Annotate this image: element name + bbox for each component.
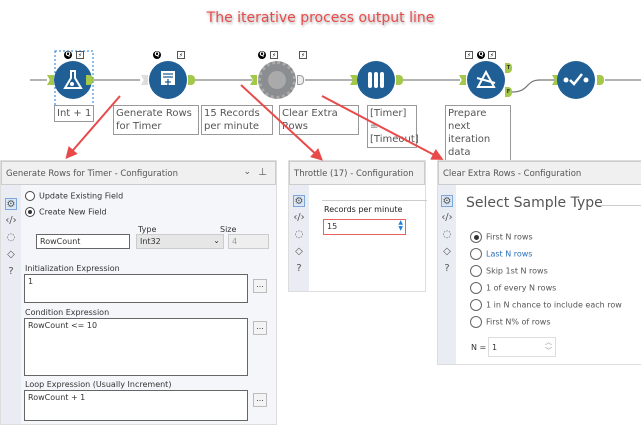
gear-icon[interactable]: ⚙ [441,195,453,207]
loop-label: Loop Expression (Usually Increment) [25,380,172,389]
radio-icon [470,316,482,328]
type-value: Int32 [140,237,161,246]
annotation-icon[interactable]: ◌ [441,229,453,241]
panel-header: Clear Extra Rows - Configuration [438,161,641,185]
tag-icon[interactable]: ◇ [293,246,305,258]
sample-option-radio[interactable]: First N% of rows [470,316,550,328]
create-new-radio[interactable]: Create New Field [25,207,107,217]
option-label: First N rows [486,232,533,242]
panel-sidebar: ⚙ ‹/› ◌ ◇ ? [1,185,21,424]
radio-icon [470,265,482,277]
bolt-badge: ⚡ [270,51,278,59]
pin-icon[interactable]: ⊥ [258,167,267,178]
true-anchor: T [505,63,512,73]
option-label: Last N rows [486,249,533,259]
tool-label: Int + 1 [54,105,95,122]
throttle-config-panel: Throttle (17) - Configuration ⚙ ‹/› ◌ ◇ … [288,160,427,292]
q-badge: Q [64,51,72,59]
chevron-down-icon[interactable]: ⌄ [243,167,251,177]
code-icon[interactable]: ‹/› [441,212,453,224]
radio-icon [470,282,482,294]
bolt-badge: ⚡ [177,51,185,59]
panel-sidebar: ⚙ ‹/› ◌ ◇ ? [438,185,456,364]
gear-icon[interactable]: ⚙ [5,198,17,210]
type-select[interactable]: Int32 ⌄ [136,234,224,249]
type-label: Type [138,225,157,234]
n-value: 1 [492,343,498,352]
select-icon [557,61,595,99]
false-anchor: F [505,87,512,97]
tag-icon[interactable]: ◇ [5,249,17,261]
size-label: Size [220,225,237,234]
gear-icon[interactable]: ⚙ [293,195,305,207]
code-icon[interactable]: ‹/› [293,212,305,224]
filter-icon [467,61,505,99]
annotation-icon[interactable]: ◌ [5,232,17,244]
loop-expression-editor-button[interactable]: ... [253,393,267,407]
help-icon[interactable]: ? [293,263,305,275]
radio-icon [470,231,482,243]
generate-rows-config-panel: Generate Rows for Timer - Configuration … [0,160,277,425]
n-input[interactable]: 1 ︿ ﹀ [488,337,556,357]
q-badge: Q [153,51,161,59]
sample-icon [357,61,395,99]
sample-option-radio[interactable]: 1 of every N rows [470,282,556,294]
panel-title: Clear Extra Rows - Configuration [443,169,582,179]
help-icon[interactable]: ? [5,266,17,278]
panel-header: Throttle (17) - Configuration [289,161,425,185]
spinner-arrows-icon[interactable]: ︿ ﹀ [545,338,552,356]
init-label: Initialization Expression [25,264,120,273]
option-label: Skip 1st N rows [486,266,548,276]
option-label: 1 of every N rows [486,283,557,293]
chevron-down-icon: ⌄ [213,236,220,245]
panel-header: Generate Rows for Timer - Configuration … [1,161,276,185]
panel-title: Generate Rows for Timer - Configuration [6,169,179,179]
records-value: 15 [327,222,338,231]
spinner-arrows-icon[interactable]: ▲ ▼ [398,220,403,232]
bolt-badge: ⚡ [465,51,473,59]
code-icon[interactable]: ‹/› [5,215,17,227]
bolt-badge: ⚡ [488,51,496,59]
annotation-icon[interactable]: ◌ [293,229,305,241]
cond-expression-input[interactable]: RowCount <= 10 [24,318,248,376]
sample-option-radio[interactable]: Skip 1st N rows [470,265,548,277]
bolt-badge: ⚡ [299,51,307,59]
init-expression-input[interactable]: 1 [24,274,248,303]
init-expression-editor-button[interactable]: ... [253,279,267,293]
help-icon[interactable]: ? [441,263,453,275]
records-per-minute-input[interactable]: 15 ▲ ▼ [323,219,406,235]
panel-sidebar: ⚙ ‹/› ◌ ◇ ? [289,185,309,291]
tool-label: 15 Records per minute [201,105,273,135]
n-label: N = [471,343,487,352]
option-label: 1 in N chance to include each row [486,300,622,310]
loop-expression-input[interactable]: RowCount + 1 [24,390,248,421]
tool-label: Clear Extra Rows [279,105,359,135]
field-name-input[interactable]: RowCount [36,234,130,249]
section-heading: Select Sample Type [466,195,603,211]
radio-label: Update Existing Field [39,191,124,201]
radio-label: Create New Field [39,207,107,217]
update-existing-radio[interactable]: Update Existing Field [25,191,123,201]
q-badge: Q [477,51,485,59]
cond-expression-editor-button[interactable]: ... [253,321,267,335]
generate-rows-icon [149,61,187,99]
tag-icon[interactable]: ◇ [441,246,453,258]
tool-label: Prepare next iteration data [445,105,511,161]
bolt-badge: ⚡ [76,51,84,59]
sample-option-radio[interactable]: First N rows [470,231,533,243]
size-input[interactable]: 4 [228,234,269,249]
tool-label: [Timer] = [Timeout] [367,105,419,148]
tool-label: Generate Rows for Timer [113,105,199,135]
panel-title: Throttle (17) - Configuration [294,169,414,179]
option-label: First N% of rows [486,317,551,327]
cond-label: Condition Expression [25,308,110,317]
sample-config-panel: Clear Extra Rows - Configuration ⚙ ‹/› ◌… [437,160,641,365]
sample-option-radio[interactable]: 1 in N chance to include each row [470,299,622,311]
throttle-icon [258,61,296,99]
q-badge: Q [258,51,266,59]
radio-icon [470,299,482,311]
radio-icon [470,248,482,260]
records-label: Records per minute [324,205,403,214]
sample-option-radio[interactable]: Last N rows [470,248,532,260]
